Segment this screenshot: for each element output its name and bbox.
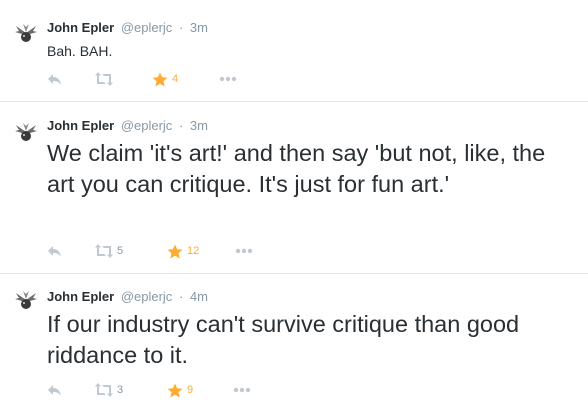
star-icon <box>167 383 183 398</box>
favorite-button[interactable]: 12 <box>167 243 199 259</box>
tweet-text: Bah. BAH. <box>47 43 113 59</box>
avatar[interactable] <box>13 121 39 145</box>
tweet-timeline: John Epler @eplerjc · 3m Bah. BAH. 4 Joh… <box>0 0 588 414</box>
more-icon <box>233 387 251 393</box>
reply-icon <box>47 383 63 397</box>
favorite-button[interactable]: 9 <box>167 382 193 398</box>
reply-button[interactable] <box>47 243 63 259</box>
reply-button[interactable] <box>47 71 63 87</box>
author-name[interactable]: John Epler <box>47 118 114 133</box>
retweet-icon <box>95 383 113 397</box>
author-name[interactable]: John Epler <box>47 289 114 304</box>
tweet-text: We claim 'it's art!' and then say 'but n… <box>47 140 546 197</box>
retweet-count: 5 <box>117 245 124 257</box>
retweet-count: 3 <box>117 384 124 396</box>
author-handle[interactable]: @eplerjc <box>121 289 173 304</box>
favorite-button[interactable]: 4 <box>152 71 178 87</box>
author-handle[interactable]: @eplerjc <box>121 118 173 133</box>
favorite-count: 4 <box>172 73 179 85</box>
retweet-icon <box>95 72 113 86</box>
author-name[interactable]: John Epler <box>47 20 114 35</box>
star-icon <box>152 72 168 87</box>
avatar[interactable] <box>13 289 39 313</box>
more-icon <box>219 76 237 82</box>
more-button[interactable] <box>235 243 253 259</box>
more-icon <box>235 248 253 254</box>
header-separator: · <box>178 118 184 133</box>
tweet-timestamp[interactable]: 4m <box>190 289 208 304</box>
more-button[interactable] <box>219 71 237 87</box>
favorite-count: 9 <box>187 384 194 396</box>
reply-button[interactable] <box>47 382 63 398</box>
favorite-count: 12 <box>187 245 200 257</box>
reply-icon <box>47 72 63 86</box>
retweet-icon <box>95 244 113 258</box>
retweet-button[interactable] <box>95 71 117 87</box>
header-separator: · <box>178 20 184 35</box>
reply-icon <box>47 244 63 258</box>
retweet-button[interactable]: 5 <box>95 243 123 259</box>
retweet-button[interactable]: 3 <box>95 382 123 398</box>
tweet-timestamp[interactable]: 3m <box>190 118 208 133</box>
header-separator: · <box>178 289 184 304</box>
tweet-text: If our industry can't survive critique t… <box>47 311 520 368</box>
tweet[interactable]: John Epler @eplerjc · 3m Bah. BAH. 4 <box>0 0 588 102</box>
tweet[interactable]: John Epler @eplerjc · 3m We claim 'it's … <box>0 102 588 274</box>
avatar[interactable] <box>13 22 39 46</box>
tweet[interactable]: John Epler @eplerjc · 4m If our industry… <box>0 274 588 414</box>
star-icon <box>167 244 183 259</box>
more-button[interactable] <box>233 382 251 398</box>
tweet-timestamp[interactable]: 3m <box>190 20 208 35</box>
author-handle[interactable]: @eplerjc <box>121 20 173 35</box>
